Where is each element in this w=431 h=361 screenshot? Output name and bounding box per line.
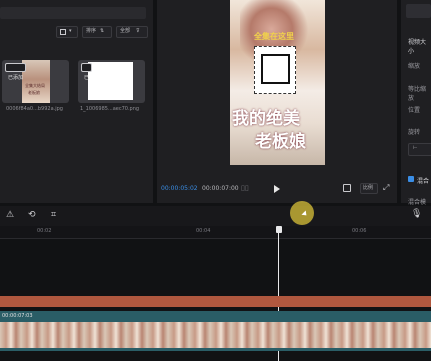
fullscreen-crop-icon[interactable] bbox=[343, 184, 351, 192]
ruler-tick-label: 00:06 bbox=[352, 228, 367, 234]
current-time: 00:00:05:02 bbox=[161, 185, 198, 192]
thumbnail-image bbox=[88, 62, 133, 100]
video-track-thumbnails[interactable] bbox=[0, 322, 431, 350]
playhead-handle[interactable] bbox=[276, 226, 282, 233]
ruler-tick-label: 00:02 bbox=[37, 228, 52, 234]
video-track-footer bbox=[0, 348, 431, 351]
ruler-tick-label: 00:04 bbox=[196, 228, 211, 234]
crop-icon[interactable]: ⌗ bbox=[51, 211, 56, 220]
frame-step-icon: ▯▯ bbox=[241, 184, 249, 192]
ratio-button-label: 比例 bbox=[363, 185, 374, 191]
video-frame: 全集在这里 我的绝美 老板娘 bbox=[230, 0, 325, 165]
qr-placeholder bbox=[261, 54, 290, 84]
media-item-thumbnail[interactable]: 已 bbox=[78, 60, 145, 103]
microphone-icon[interactable]: 🎙 bbox=[411, 210, 422, 219]
uniform-scale-label: 等比缩放 bbox=[408, 86, 427, 102]
ratio-button[interactable]: 比例 bbox=[360, 183, 378, 194]
view-mode-button[interactable]: ▾ bbox=[56, 26, 78, 38]
audio-track-clip[interactable] bbox=[0, 296, 431, 307]
mix-label: 混合 bbox=[417, 178, 430, 185]
caption-line-2: 老板娘 bbox=[255, 132, 306, 152]
added-badge: 已添加 bbox=[5, 63, 27, 81]
properties-panel: 视频大小 缩放 等比缩放 位置 旋转 ⊢ 混合 混合模式 bbox=[401, 0, 431, 215]
filter-button-label: 全部 bbox=[120, 28, 131, 34]
scale-label: 缩放 bbox=[408, 63, 421, 70]
sort-button[interactable]: 排序 ⇅ bbox=[82, 26, 112, 38]
flip-button[interactable]: ⊢ bbox=[408, 143, 431, 156]
added-badge: 已 bbox=[81, 63, 93, 81]
thumbnail-image bbox=[22, 60, 50, 103]
media-item-filename: 1_1006985...aec70.png bbox=[80, 106, 140, 112]
filter-button[interactable]: 全部 ⊽ bbox=[116, 26, 148, 38]
media-item-filename: 0006f84a0...b992a.jpg bbox=[6, 106, 63, 112]
rotate-label: 旋转 bbox=[408, 129, 421, 136]
expand-icon[interactable]: ⤢ bbox=[383, 184, 389, 192]
chevron-down-icon: ▾ bbox=[69, 28, 72, 34]
timeline-toolbar: ⚠ ⟲ ⌗ 🎙 bbox=[0, 206, 431, 226]
video-title-text: 全集在这里 bbox=[254, 32, 294, 41]
rotate-icon[interactable]: ⟲ bbox=[28, 211, 36, 220]
media-item-thumbnail[interactable]: 已添加 全集大结局 老板娘 bbox=[2, 60, 69, 103]
caption-line-1: 我的绝美 bbox=[232, 109, 300, 129]
timeline-ruler[interactable]: 00:02 00:04 00:06 bbox=[0, 226, 431, 239]
thumbnail-title: 全集大结局 bbox=[25, 83, 45, 88]
video-track-header[interactable]: 00:00:07:03 bbox=[0, 311, 431, 322]
thumbnail-subtitle: 老板娘 bbox=[28, 90, 40, 95]
media-search-bar[interactable] bbox=[0, 7, 146, 19]
size-label: 视频大小 bbox=[408, 39, 427, 55]
player-panel: 全集在这里 我的绝美 老板娘 00:00:05:02 00:00:07:00 ▯… bbox=[157, 0, 397, 203]
position-label: 位置 bbox=[408, 107, 421, 114]
split-icon[interactable]: ⚠ bbox=[6, 211, 14, 220]
sort-button-label: 排序 bbox=[86, 28, 97, 34]
flip-icon: ⊢ bbox=[413, 145, 418, 151]
list-view-icon bbox=[60, 29, 66, 35]
props-tab-highlight[interactable] bbox=[406, 4, 431, 18]
total-time: 00:00:07:00 bbox=[202, 185, 239, 192]
filter-icon: ⊽ bbox=[136, 28, 140, 34]
sort-icon: ⇅ bbox=[100, 28, 105, 34]
clip-timecode: 00:00:07:03 bbox=[2, 313, 33, 319]
play-icon[interactable] bbox=[274, 185, 280, 193]
mix-checkbox[interactable] bbox=[408, 176, 414, 182]
media-panel: ▾ 排序 ⇅ 全部 ⊽ 已添加 全集大结局 老板娘 0006f84a0...b9… bbox=[0, 0, 153, 203]
